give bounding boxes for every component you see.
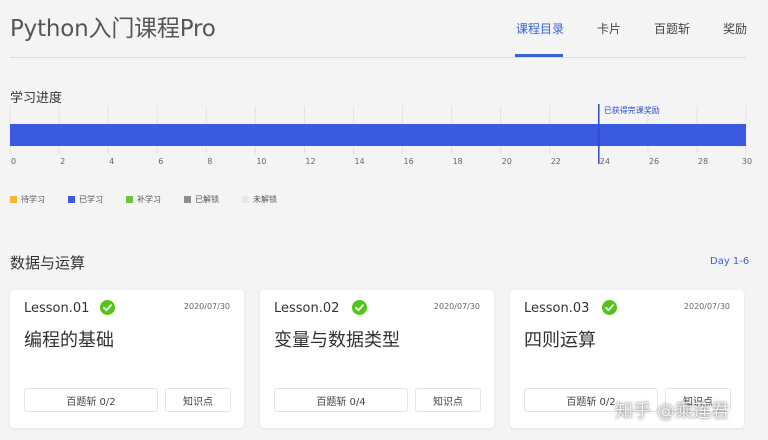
knowledge-points-button[interactable]: 知识点 [415, 388, 481, 412]
tab-quiz[interactable]: 百题斩 [654, 20, 690, 37]
legend-item-locked: 未解锁 [242, 194, 277, 205]
x-tick-label: 12 [305, 157, 315, 166]
x-tick-label: 24 [600, 157, 610, 166]
legend-item-pending: 待学习 [10, 194, 45, 205]
day-range-link[interactable]: Day 1-6 [710, 256, 749, 267]
progress-chart: 0 2 4 6 8 10 12 14 16 18 20 22 24 26 28 30 已获得完课奖励 [0, 100, 768, 210]
legend-item-makeup: 补学习 [126, 194, 161, 205]
knowledge-points-button[interactable]: 知识点 [165, 388, 231, 412]
x-tick-label: 26 [649, 157, 659, 166]
x-tick-label: 30 [742, 157, 752, 166]
watermark: 知乎 @乘莲君 [615, 401, 729, 422]
lesson-name: 四则运算 [524, 330, 596, 351]
tab-cards[interactable]: 卡片 [597, 20, 621, 37]
legend-swatch-learned [68, 196, 75, 203]
legend-swatch-pending [10, 196, 17, 203]
x-tick-label: 10 [256, 157, 266, 166]
unit-title: 数据与运算 [10, 254, 86, 272]
progress-bar-learned [10, 124, 746, 146]
app-title: Python入门课程Pro [10, 16, 216, 42]
lesson-name: 编程的基础 [24, 330, 114, 351]
x-tick-label: 18 [453, 157, 463, 166]
lesson-number: Lesson.03 [524, 301, 590, 316]
lesson-date: 2020/07/30 [433, 302, 480, 311]
quiz-button[interactable]: 百题斩 0/4 [274, 388, 408, 412]
lesson-number: Lesson.01 [24, 301, 90, 316]
x-tick-label: 4 [109, 157, 114, 166]
header-divider [10, 57, 746, 58]
tab-rewards[interactable]: 奖励 [723, 20, 747, 37]
x-tick-label: 0 [11, 157, 16, 166]
lesson-card-2[interactable]: Lesson.02 2020/07/30 变量与数据类型 百题斩 0/4 知识点 [260, 290, 494, 428]
legend-item-unlocked: 已解锁 [184, 194, 219, 205]
quiz-button[interactable]: 百题斩 0/2 [24, 388, 158, 412]
legend-label-locked: 未解锁 [253, 195, 277, 204]
x-tick-label: 8 [207, 157, 212, 166]
lesson-number: Lesson.02 [274, 301, 340, 316]
completed-check-icon [100, 300, 115, 315]
legend-swatch-unlocked [184, 196, 191, 203]
tab-course-catalog[interactable]: 课程目录 [516, 20, 564, 37]
lesson-date: 2020/07/30 [683, 302, 730, 311]
completed-check-icon [352, 300, 367, 315]
reward-marker-label: 已获得完课奖励 [604, 105, 660, 115]
header: Python入门课程Pro 课程目录 卡片 百题斩 奖励 [0, 0, 768, 58]
x-tick-label: 16 [404, 157, 414, 166]
legend-label-pending: 待学习 [21, 195, 45, 204]
x-tick-label: 22 [551, 157, 561, 166]
legend-label-makeup: 补学习 [137, 195, 161, 204]
legend-swatch-locked [242, 196, 249, 203]
x-tick-label: 6 [158, 157, 163, 166]
lesson-card-1[interactable]: Lesson.01 2020/07/30 编程的基础 百题斩 0/2 知识点 [10, 290, 244, 428]
legend-label-learned: 已学习 [79, 195, 103, 204]
x-tick-label: 2 [60, 157, 65, 166]
lesson-name: 变量与数据类型 [274, 330, 400, 351]
progress-chart-svg: 0 2 4 6 8 10 12 14 16 18 20 22 24 26 28 30已获得完课奖励 [9, 104, 752, 166]
x-tick-label: 28 [698, 157, 708, 166]
x-tick-label: 14 [354, 157, 364, 166]
legend-swatch-makeup [126, 196, 133, 203]
lesson-date: 2020/07/30 [183, 302, 230, 311]
completed-check-icon [602, 300, 617, 315]
x-tick-label: 20 [502, 157, 512, 166]
legend-item-learned: 已学习 [68, 194, 103, 205]
legend-label-unlocked: 已解锁 [195, 195, 219, 204]
